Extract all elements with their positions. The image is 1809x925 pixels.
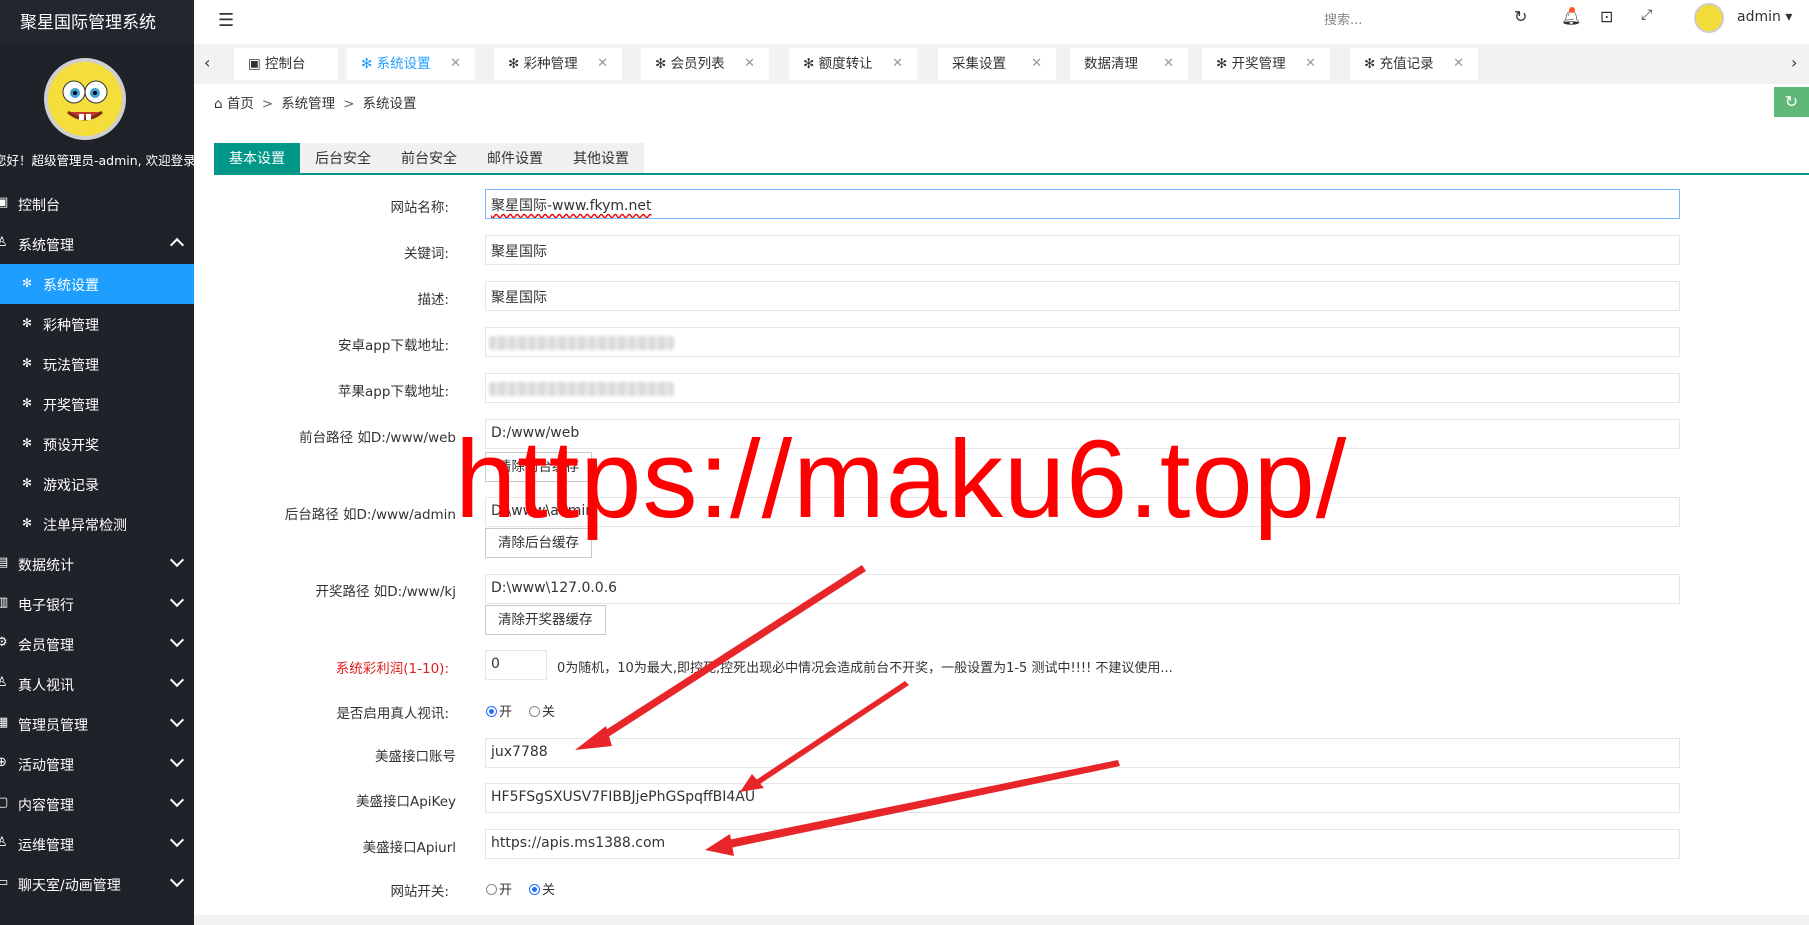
annotation-arrows	[575, 565, 1120, 856]
arrow-to-apiurl	[728, 760, 1120, 848]
arrow-to-apikey	[756, 681, 909, 784]
arrow-to-account	[598, 565, 866, 741]
arrow-to-apiurl-head	[705, 834, 734, 856]
arrow-to-account-head	[575, 726, 612, 750]
